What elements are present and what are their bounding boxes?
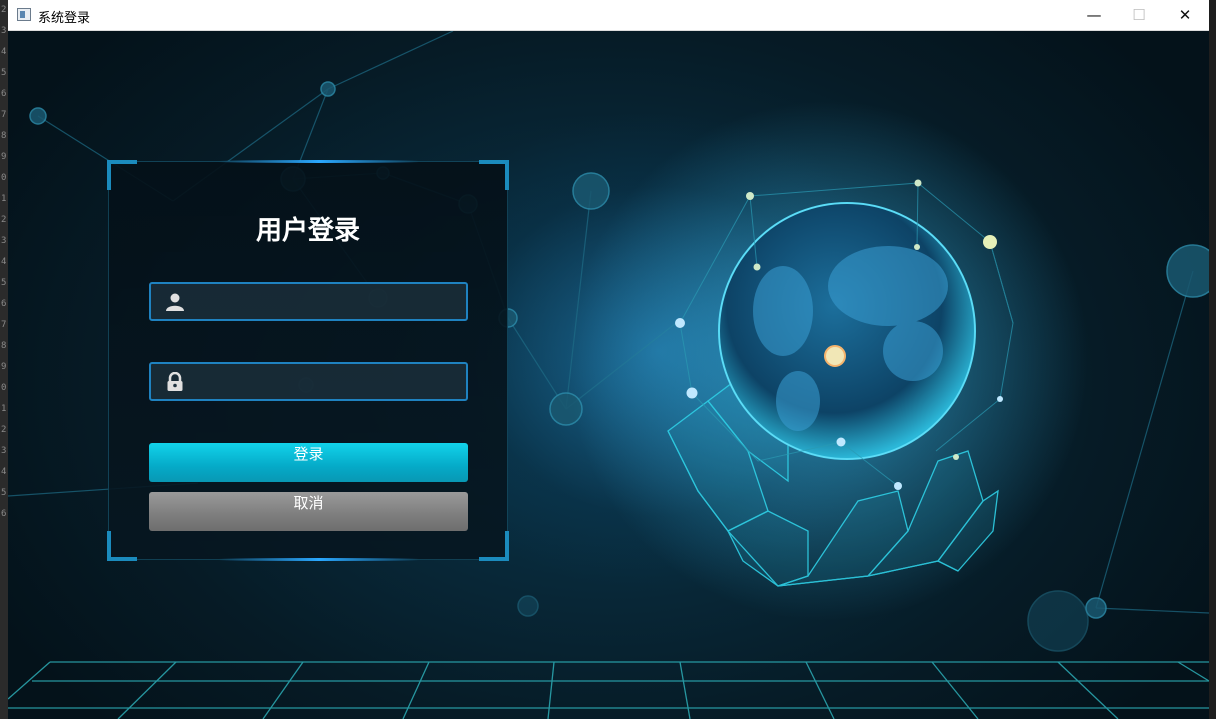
gutter-line-number: 9 bbox=[1, 362, 7, 372]
gutter-line-number: 2 bbox=[1, 425, 7, 435]
background-editor-gutter: 2 3 4 5 6 7 8 9 0 1 2 3 4 5 6 7 8 9 0 1 2 3 4 5 6 bbox=[0, 0, 8, 719]
panel-glow-bottom bbox=[219, 558, 419, 561]
gutter-line-number: 6 bbox=[1, 89, 7, 99]
panel-corner-top-left bbox=[107, 160, 137, 190]
title-bar: 系统登录 — ☐ ✕ bbox=[8, 0, 1209, 31]
username-field[interactable] bbox=[149, 282, 468, 321]
tech-background: 用户登录 登录 取消 bbox=[8, 31, 1209, 719]
lock-icon bbox=[167, 372, 183, 391]
username-input[interactable] bbox=[195, 284, 463, 319]
gutter-line-number: 6 bbox=[1, 509, 7, 519]
panel-corner-bottom-right bbox=[479, 531, 509, 561]
gutter-line-number: 4 bbox=[1, 47, 7, 57]
gutter-line-number: 9 bbox=[1, 152, 7, 162]
gutter-line-number: 5 bbox=[1, 68, 7, 78]
login-title: 用户登录 bbox=[255, 216, 360, 246]
gutter-line-number: 4 bbox=[1, 257, 7, 267]
background-edge bbox=[1209, 0, 1216, 719]
login-panel: 用户登录 登录 取消 bbox=[107, 160, 509, 561]
app-icon bbox=[17, 8, 31, 21]
gutter-line-number: 6 bbox=[1, 299, 7, 309]
gutter-line-number: 5 bbox=[1, 488, 7, 498]
gutter-line-number: 3 bbox=[1, 26, 7, 36]
panel-glow-top bbox=[219, 160, 419, 163]
gutter-line-number: 3 bbox=[1, 236, 7, 246]
gutter-line-number: 7 bbox=[1, 110, 7, 120]
gutter-line-number: 0 bbox=[1, 173, 7, 183]
minimize-button[interactable]: — bbox=[1071, 0, 1117, 31]
gutter-line-number: 8 bbox=[1, 131, 7, 141]
gutter-line-number: 8 bbox=[1, 341, 7, 351]
panel-corner-top-right bbox=[479, 160, 509, 190]
gutter-line-number: 0 bbox=[1, 383, 7, 393]
gutter-line-number: 3 bbox=[1, 446, 7, 456]
gutter-line-number: 2 bbox=[1, 5, 7, 15]
login-window: 系统登录 — ☐ ✕ 用户登录 登录 取消 bbox=[8, 0, 1209, 719]
cancel-button[interactable]: 取消 bbox=[149, 492, 468, 531]
password-input[interactable] bbox=[195, 364, 463, 399]
login-button[interactable]: 登录 bbox=[149, 443, 468, 482]
gutter-line-number: 4 bbox=[1, 467, 7, 477]
gutter-line-number: 5 bbox=[1, 278, 7, 288]
gutter-line-number: 7 bbox=[1, 320, 7, 330]
password-field[interactable] bbox=[149, 362, 468, 401]
gutter-line-number: 1 bbox=[1, 194, 7, 204]
gutter-line-number: 1 bbox=[1, 404, 7, 414]
panel-corner-bottom-left bbox=[107, 531, 137, 561]
maximize-button[interactable]: ☐ bbox=[1116, 0, 1162, 31]
close-button[interactable]: ✕ bbox=[1162, 0, 1208, 31]
gutter-line-number: 2 bbox=[1, 215, 7, 225]
window-title: 系统登录 bbox=[38, 11, 91, 26]
user-icon bbox=[166, 293, 184, 311]
